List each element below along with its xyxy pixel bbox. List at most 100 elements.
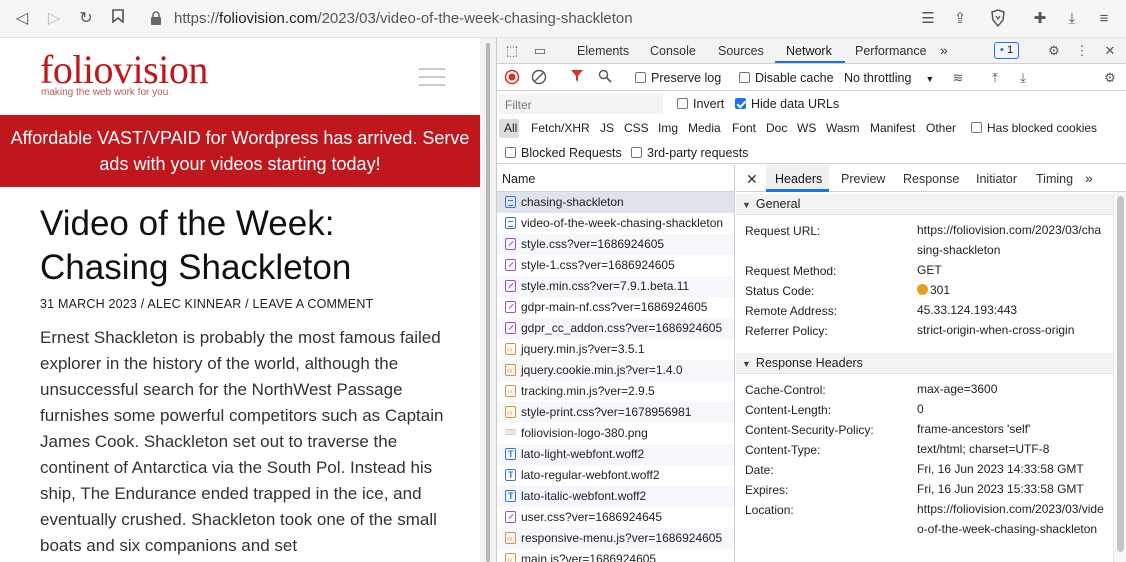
response-headers-section-header[interactable]: ▼ Response Headers <box>736 353 1113 374</box>
name-column-header[interactable]: Name <box>497 165 734 192</box>
device-toolbar-icon[interactable]: ▭ <box>531 42 549 60</box>
network-settings-icon[interactable]: ⚙ <box>1101 69 1119 87</box>
request-row[interactable]: style-1.css?ver=1686924605 <box>497 255 734 276</box>
type-ws[interactable]: WS <box>797 121 816 135</box>
request-name: jquery.min.js?ver=3.5.1 <box>521 342 645 356</box>
tab-console[interactable]: Console <box>650 44 696 58</box>
content-length-value: 0 <box>917 402 924 416</box>
promo-banner[interactable]: Affordable VAST/VPAID for Wordpress has … <box>0 115 480 187</box>
type-manifest[interactable]: Manifest <box>870 121 915 135</box>
request-row[interactable]: gdpr_cc_addon.css?ver=1686924605 <box>497 318 734 339</box>
disable-cache-checkbox[interactable]: Disable cache <box>739 71 834 85</box>
settings-gear-icon[interactable]: ⚙ <box>1045 42 1063 60</box>
font-file-icon <box>505 444 516 465</box>
request-method-label: Request Method: <box>745 264 837 278</box>
doc-file-icon <box>505 217 516 229</box>
preserve-log-checkbox[interactable]: Preserve log <box>635 71 721 85</box>
import-har-icon[interactable]: ⤒ <box>986 69 1004 87</box>
bookmark-icon[interactable] <box>108 9 128 29</box>
type-doc[interactable]: Doc <box>766 121 787 135</box>
network-conditions-icon[interactable]: ≋ <box>949 69 967 87</box>
filter-input[interactable]: Filter <box>499 94 663 114</box>
filter-funnel-icon[interactable] <box>568 69 586 87</box>
inspect-element-icon[interactable]: ⬚ <box>503 42 521 60</box>
request-details: ✕ Headers Preview Response Initiator Tim… <box>736 165 1126 562</box>
pane-splitter[interactable] <box>480 38 496 562</box>
content-length-label: Content-Length: <box>745 403 832 417</box>
search-icon[interactable] <box>596 69 614 87</box>
type-media[interactable]: Media <box>688 121 721 135</box>
request-row[interactable]: style-print.css?ver=1678956981 <box>497 402 734 423</box>
tab-performance[interactable]: Performance <box>855 44 927 58</box>
invert-checkbox[interactable]: Invert <box>677 97 724 111</box>
tab-headers[interactable]: Headers <box>775 172 822 186</box>
has-blocked-cookies-checkbox[interactable]: Has blocked cookies <box>971 121 1097 135</box>
js-file-icon <box>505 360 516 381</box>
css-file-icon <box>505 301 516 313</box>
request-row[interactable]: style.css?ver=1686924605 <box>497 234 734 255</box>
request-row[interactable]: user.css?ver=1686924645 <box>497 507 734 528</box>
tab-elements[interactable]: Elements <box>577 44 629 58</box>
more-options-icon[interactable]: ⋮ <box>1073 42 1091 60</box>
site-logo[interactable]: foliovision <box>40 48 208 92</box>
more-detail-tabs-icon[interactable]: » <box>1085 170 1093 186</box>
tab-response[interactable]: Response <box>903 172 959 186</box>
hamburger-menu-icon[interactable] <box>419 68 445 86</box>
tab-network[interactable]: Network <box>786 44 832 58</box>
url-text: https://foliovision.com/2023/03/video-of… <box>174 10 633 27</box>
tab-sources[interactable]: Sources <box>718 44 764 58</box>
request-row[interactable]: foliovision-logo-380.png <box>497 423 734 444</box>
type-css[interactable]: CSS <box>624 121 649 135</box>
third-party-requests-checkbox[interactable]: 3rd-party requests <box>631 146 748 160</box>
reader-mode-icon[interactable]: ☰ <box>918 9 938 29</box>
request-row[interactable]: tracking.min.js?ver=2.9.5 <box>497 381 734 402</box>
brave-shield-icon[interactable] <box>988 9 1008 29</box>
forward-icon[interactable]: ▷ <box>44 9 64 29</box>
type-font[interactable]: Font <box>732 121 756 135</box>
details-scrollbar[interactable] <box>1113 192 1126 562</box>
export-har-icon[interactable]: ⤓ <box>1014 69 1032 87</box>
request-row[interactable]: lato-light-webfont.woff2 <box>497 444 734 465</box>
tab-timing[interactable]: Timing <box>1036 172 1073 186</box>
request-row[interactable]: main.js?ver=1686924605 <box>497 549 734 562</box>
clear-icon[interactable] <box>530 69 548 87</box>
tab-initiator[interactable]: Initiator <box>976 172 1017 186</box>
csp-label: Content-Security-Policy: <box>745 423 874 437</box>
downloads-icon[interactable]: ⤓ <box>1062 9 1082 29</box>
more-tabs-icon[interactable]: » <box>940 42 948 58</box>
throttling-select[interactable]: No throttling ▼ <box>844 71 934 85</box>
tab-preview[interactable]: Preview <box>841 172 885 186</box>
address-bar[interactable]: https://foliovision.com/2023/03/video-of… <box>140 5 1020 33</box>
general-section-header[interactable]: ▼ General <box>736 194 1113 215</box>
issues-badge[interactable]: ▪ 1 <box>994 42 1020 59</box>
lock-icon <box>151 11 161 25</box>
request-row[interactable]: responsive-menu.js?ver=1686924605 <box>497 528 734 549</box>
request-row[interactable]: chasing-shackleton <box>497 192 734 213</box>
back-icon[interactable]: ◁ <box>12 9 32 29</box>
request-row[interactable]: gdpr-main-nf.css?ver=1686924605 <box>497 297 734 318</box>
type-wasm[interactable]: Wasm <box>826 121 860 135</box>
request-row[interactable]: lato-italic-webfont.woff2 <box>497 486 734 507</box>
type-fetch-xhr[interactable]: Fetch/XHR <box>531 121 590 135</box>
record-icon[interactable] <box>503 69 521 87</box>
close-details-icon[interactable]: ✕ <box>746 171 758 188</box>
menu-icon[interactable]: ≡ <box>1094 9 1114 29</box>
type-other[interactable]: Other <box>926 121 956 135</box>
type-js[interactable]: JS <box>600 121 614 135</box>
request-row[interactable]: lato-regular-webfont.woff2 <box>497 465 734 486</box>
request-row[interactable]: jquery.cookie.min.js?ver=1.4.0 <box>497 360 734 381</box>
request-name: lato-italic-webfont.woff2 <box>521 489 647 503</box>
resource-type-filters: All Fetch/XHR JS CSS Img Media Font Doc … <box>497 117 1126 139</box>
extensions-icon[interactable]: ✚ <box>1030 9 1050 29</box>
share-icon[interactable]: ⇪ <box>950 9 970 29</box>
request-row[interactable]: jquery.min.js?ver=3.5.1 <box>497 339 734 360</box>
font-file-icon <box>505 486 516 507</box>
type-all[interactable]: All <box>504 121 517 135</box>
close-devtools-icon[interactable]: ✕ <box>1101 42 1119 60</box>
request-row[interactable]: video-of-the-week-chasing-shackleton <box>497 213 734 234</box>
blocked-requests-checkbox[interactable]: Blocked Requests <box>505 146 622 160</box>
request-row[interactable]: style.min.css?ver=7.9.1.beta.11 <box>497 276 734 297</box>
reload-icon[interactable]: ↻ <box>76 9 96 29</box>
hide-data-urls-checkbox[interactable]: Hide data URLs <box>735 97 839 111</box>
type-img[interactable]: Img <box>658 121 678 135</box>
